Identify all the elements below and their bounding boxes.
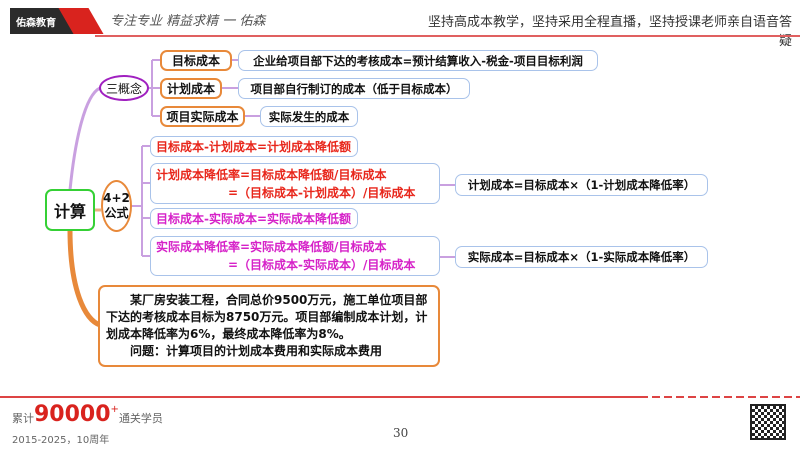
formula-4: 实际成本降低率=实际成本降低额/目标成本 =（目标成本-实际成本）/目标成本 (150, 236, 440, 276)
term-planned-cost: 计划成本 (160, 78, 222, 99)
stats-plus: + (110, 404, 119, 415)
formulas-label-1: 4+2 (103, 191, 130, 205)
footer-stats: 累计 90000 + 通关学员 (12, 404, 163, 426)
problem-text: 某厂房安装工程，合同总价9500万元，施工单位项目部下达的考核成本目标为8750… (106, 293, 428, 341)
result-planned-cost: 计划成本=目标成本×（1-计划成本降低率） (455, 174, 708, 196)
formulas-label-2: 公式 (104, 206, 129, 220)
footer-divider-dashed (640, 396, 800, 398)
term-label: 项目实际成本 (166, 110, 239, 124)
result-text: 实际成本=目标成本×（1-实际成本降低率） (467, 250, 696, 264)
def-planned-cost: 项目部自行制订的成本（低于目标成本） (238, 78, 470, 99)
stats-count: 90000 (34, 402, 111, 427)
footer-years: 2015-2025，10周年 (12, 435, 110, 446)
def-text: 实际发生的成本 (268, 109, 350, 124)
formula-line-1: 实际成本降低率=实际成本降低额/目标成本 (156, 240, 387, 254)
def-actual-cost: 实际发生的成本 (260, 106, 358, 127)
formulas-node: 4+2 公式 (101, 180, 132, 232)
def-text: 项目部自行制订的成本（低于目标成本） (250, 81, 458, 96)
concepts-label: 三概念 (105, 81, 142, 96)
term-target-cost: 目标成本 (160, 50, 232, 71)
term-label: 计划成本 (166, 82, 215, 96)
formula-line-2: =（目标成本-实际成本）/目标成本 (228, 258, 416, 272)
concepts-node: 三概念 (99, 75, 149, 101)
root-node: 计算 (45, 189, 95, 231)
formula-text: 目标成本-实际成本=实际成本降低额 (156, 212, 352, 226)
page-number: 30 (393, 426, 409, 440)
stats-prefix: 累计 (12, 412, 34, 425)
term-label: 目标成本 (171, 54, 220, 68)
formula-text: 目标成本-计划成本=计划成本降低额 (156, 140, 352, 154)
def-target-cost: 企业给项目部下达的考核成本=预计结算收入-税金-项目目标利润 (238, 50, 598, 71)
formula-line-2: =（目标成本-计划成本）/目标成本 (228, 185, 416, 200)
problem-box: 某厂房安装工程，合同总价9500万元，施工单位项目部下达的考核成本目标为8750… (98, 285, 440, 367)
term-actual-cost: 项目实际成本 (160, 106, 245, 127)
problem-question: 问题：计算项目的计划成本费用和实际成本费用 (130, 344, 383, 358)
footer-divider (0, 396, 640, 398)
stats-suffix: 通关学员 (118, 412, 163, 425)
root-label: 计算 (53, 202, 86, 221)
def-text: 企业给项目部下达的考核成本=预计结算收入-税金-项目目标利润 (253, 53, 583, 68)
result-text: 计划成本=目标成本×（1-计划成本降低率） (467, 178, 696, 192)
formula-1: 目标成本-计划成本=计划成本降低额 (150, 136, 358, 157)
formula-2: 计划成本降低率=目标成本降低额/目标成本 =（目标成本-计划成本）/目标成本 (150, 163, 440, 204)
formula-line-1: 计划成本降低率=目标成本降低额/目标成本 (156, 167, 387, 182)
qr-code-icon (750, 404, 786, 440)
formula-3: 目标成本-实际成本=实际成本降低额 (150, 208, 358, 229)
result-actual-cost: 实际成本=目标成本×（1-实际成本降低率） (455, 246, 708, 268)
